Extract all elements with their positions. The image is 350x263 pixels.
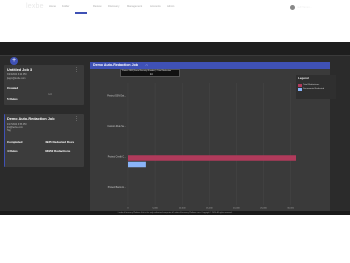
bar-total-redactions[interactable] — [128, 155, 296, 161]
job-card-email: jtm@lexbe.com — [7, 127, 23, 129]
redaction-bar-chart: Protect SSN Dat... Custom Rule Se... Prote… — [107, 83, 296, 210]
x-tick-label: 10,000 — [179, 208, 186, 210]
job-card-menu-icon[interactable]: ⋮ — [74, 117, 79, 122]
job-card-redactions: 33952 Redactions — [45, 149, 71, 153]
x-tick-label: 30,000 — [287, 208, 294, 210]
job-card-tag: Tag — [7, 130, 11, 132]
category-label: Protect Credit C... — [108, 155, 127, 158]
tooltip-value: 14 — [150, 74, 153, 76]
nav-folder[interactable]: Folder — [62, 0, 69, 14]
legend-label-total[interactable]: Total Redactions — [303, 84, 319, 86]
nav-management[interactable]: Management — [127, 0, 142, 14]
chart-category-labels: Protect SSN Dat... Custom Rule Se... Prote… — [107, 94, 126, 189]
legend-swatch-docs[interactable] — [298, 88, 302, 91]
job-card-rules: 5 Rules — [7, 97, 18, 101]
x-tick-label: 15,000 — [206, 208, 213, 210]
add-job-button[interactable]: + — [10, 57, 18, 65]
category-label: Protect Bank Ac... — [108, 186, 127, 189]
job-card-title: Demo Auto-Redaction Job — [7, 117, 55, 121]
job-card-date: 4/17/2024 3:56 PM — [7, 124, 27, 126]
category-label: Protect SSN Dat... — [107, 94, 126, 97]
job-card-menu-icon[interactable]: ⋮ — [74, 68, 79, 73]
job-card-status: Created — [7, 86, 19, 90]
bar-documents-redacted[interactable] — [128, 161, 146, 168]
legend-title: Legend — [298, 76, 309, 80]
top-navigation-bar — [0, 42, 350, 56]
nav-accounts[interactable]: Accounts — [150, 0, 161, 14]
job-card-date: 3/23/2024 3:24 PM — [7, 74, 27, 76]
nav-admin[interactable]: Admin — [167, 0, 174, 14]
chart-title: Demo Auto-Redaction Job — [93, 63, 138, 67]
chart-bars — [128, 155, 296, 168]
bottom-blank-area — [0, 215, 350, 263]
job-card-extra: Add — [48, 94, 53, 96]
job-card-title: Untitled Job 3 — [7, 68, 33, 72]
job-card-redacted-docs: 4935 Redacted Docs — [45, 140, 75, 144]
chart-tick-labels: 0 5,000 10,000 15,000 20,000 25,000 30,000 — [127, 208, 294, 210]
legend-label-docs[interactable]: Documents Redacted — [303, 88, 324, 90]
tooltip-text: Protect 18M (Social Security Number) - T… — [122, 70, 172, 72]
active-nav-indicator — [75, 12, 87, 14]
swap-icon[interactable]: ⇔ — [145, 62, 149, 69]
x-tick-label: 25,000 — [260, 208, 267, 210]
user-name[interactable]: Jeff Tamm... — [297, 0, 312, 14]
user-avatar-icon[interactable] — [290, 4, 295, 10]
x-tick-label: 0 — [127, 208, 129, 210]
chart-gridlines — [127, 83, 291, 205]
legend-swatch-total[interactable] — [298, 84, 302, 87]
nav-discovery[interactable]: Discovery — [108, 0, 119, 14]
job-card-email: jtagm@lexbe.com — [7, 77, 26, 80]
x-tick-label: 20,000 — [233, 208, 240, 210]
job-card-status: Completed — [7, 140, 23, 144]
category-label: Custom Rule Se... — [107, 125, 126, 128]
nav-home[interactable]: Home — [49, 0, 56, 14]
x-tick-label: 5,000 — [152, 208, 158, 210]
nav-review[interactable]: Review — [93, 0, 102, 14]
job-card-rules: 4 Rules — [7, 149, 18, 153]
app-logo[interactable]: lexbe — [26, 0, 44, 14]
